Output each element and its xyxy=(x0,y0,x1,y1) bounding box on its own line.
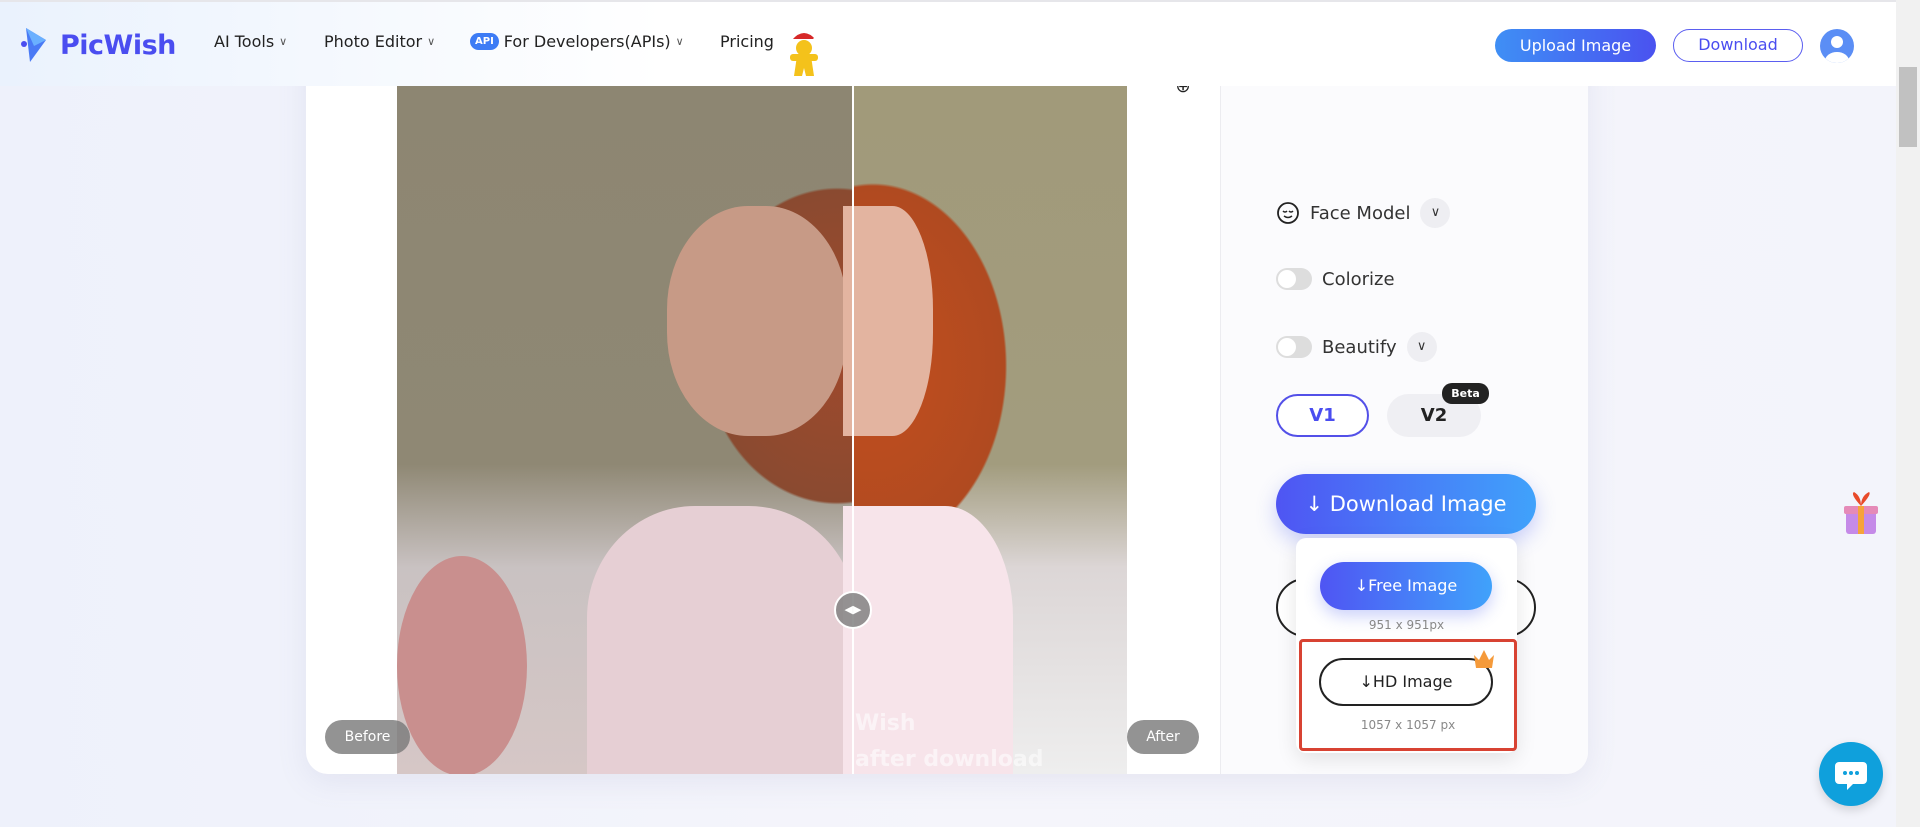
colorize-label: Colorize xyxy=(1322,268,1395,290)
nav-pricing[interactable]: Pricing xyxy=(720,32,774,51)
download-button[interactable]: Download xyxy=(1673,29,1803,62)
chevron-down-icon: ∨ xyxy=(675,35,684,48)
hd-image-button[interactable]: ↓HD Image xyxy=(1319,658,1493,706)
brand-name: PicWish xyxy=(60,29,176,61)
download-image-button[interactable]: ↓ Download Image xyxy=(1276,474,1536,534)
user-icon xyxy=(1825,36,1849,63)
avatar[interactable] xyxy=(1820,29,1854,63)
picwish-logo-icon xyxy=(21,28,46,62)
chevron-down-icon: ∨ xyxy=(427,35,436,48)
download-options-menu: ↓Free Image 951 x 951px ↓HD Image 1057 x… xyxy=(1296,538,1517,753)
page-scrollbar[interactable] xyxy=(1896,0,1920,827)
compare-divider[interactable] xyxy=(852,86,854,774)
api-cloud-icon: API xyxy=(470,33,499,50)
before-image xyxy=(397,86,857,774)
upload-image-button[interactable]: Upload Image xyxy=(1495,29,1656,62)
colorize-option: Colorize xyxy=(1276,268,1395,290)
free-image-size: 951 x 951px xyxy=(1368,618,1445,632)
face-icon xyxy=(1277,202,1299,224)
nav-label: For Developers(APIs) xyxy=(503,32,671,51)
face-model-option[interactable]: Face Model ∨ xyxy=(1276,198,1451,228)
watermark-text: after download xyxy=(855,747,1044,772)
nav-label: Photo Editor xyxy=(324,32,423,51)
chevron-down-icon[interactable]: ∨ xyxy=(1406,332,1437,362)
chevron-down-icon: ∨ xyxy=(279,35,288,48)
chevron-down-icon[interactable]: ∨ xyxy=(1420,198,1451,228)
hd-image-size: 1057 x 1057 px xyxy=(1360,718,1456,732)
settings-panel: Face Model ∨ Colorize Beautify ∨ V1 V2 B… xyxy=(1220,86,1588,774)
comparison-image[interactable]: ◀▶ Wish after download xyxy=(397,86,1127,774)
beta-badge: Beta xyxy=(1442,383,1489,404)
crown-icon xyxy=(1474,650,1494,668)
colorize-toggle[interactable] xyxy=(1276,268,1312,290)
nav-label: AI Tools xyxy=(214,32,275,51)
beautify-label: Beautify xyxy=(1322,336,1397,358)
scrollbar-thumb[interactable] xyxy=(1899,67,1917,147)
download-arrow-icon: ↓ xyxy=(1359,672,1373,691)
face-model-label: Face Model xyxy=(1310,202,1411,224)
free-image-button[interactable]: ↓Free Image xyxy=(1320,562,1492,610)
after-image xyxy=(843,86,1127,774)
download-arrow-icon: ↓ xyxy=(1305,492,1330,516)
editor-card: ◀▶ Wish after download Before After ⊕ Fa… xyxy=(306,40,1588,774)
nav-developers[interactable]: API For Developers(APIs) ∨ xyxy=(470,32,684,51)
gift-icon[interactable] xyxy=(1842,492,1880,536)
nav-photo-editor[interactable]: Photo Editor ∨ xyxy=(324,32,435,51)
nav-label: Pricing xyxy=(720,32,774,51)
logo[interactable]: PicWish xyxy=(20,26,176,64)
nav-ai-tools[interactable]: AI Tools ∨ xyxy=(214,32,287,51)
chat-button[interactable] xyxy=(1819,742,1883,806)
free-image-label: Free Image xyxy=(1368,576,1458,595)
version-v1-button[interactable]: V1 xyxy=(1276,394,1369,437)
beautify-option: Beautify ∨ xyxy=(1276,332,1437,362)
beautify-toggle[interactable] xyxy=(1276,336,1312,358)
download-image-label: Download Image xyxy=(1329,492,1507,516)
hd-image-label: HD Image xyxy=(1372,672,1453,691)
compare-slider-handle[interactable]: ◀▶ xyxy=(834,591,872,629)
top-nav: PicWish AI Tools ∨ Photo Editor ∨ API For D… xyxy=(0,0,1896,86)
download-arrow-icon: ↓ xyxy=(1354,576,1369,595)
hd-image-highlight: ↓HD Image 1057 x 1057 px xyxy=(1299,639,1517,751)
after-label: After xyxy=(1127,720,1199,754)
chat-bubble-icon xyxy=(1835,762,1867,790)
before-label: Before xyxy=(325,720,410,754)
watermark-text: Wish xyxy=(855,711,916,736)
gingerbread-icon xyxy=(790,33,819,76)
